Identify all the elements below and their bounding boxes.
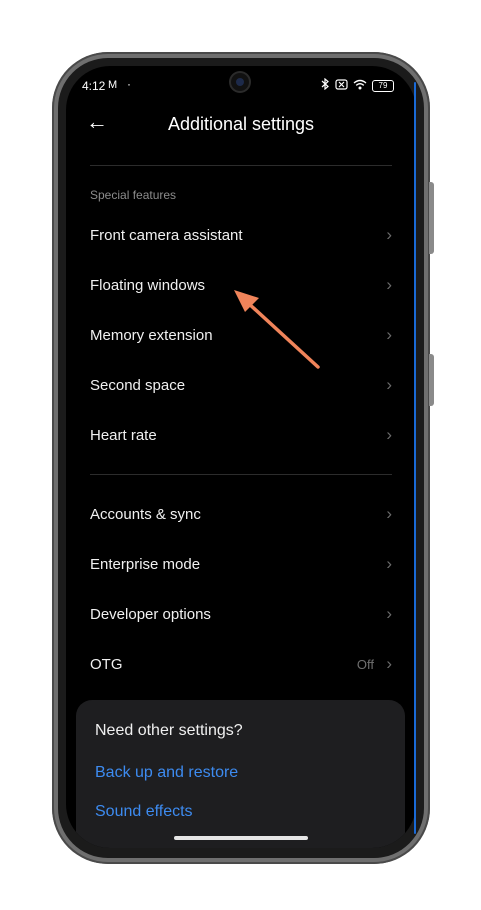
annotation-arrow-icon [234, 290, 320, 369]
